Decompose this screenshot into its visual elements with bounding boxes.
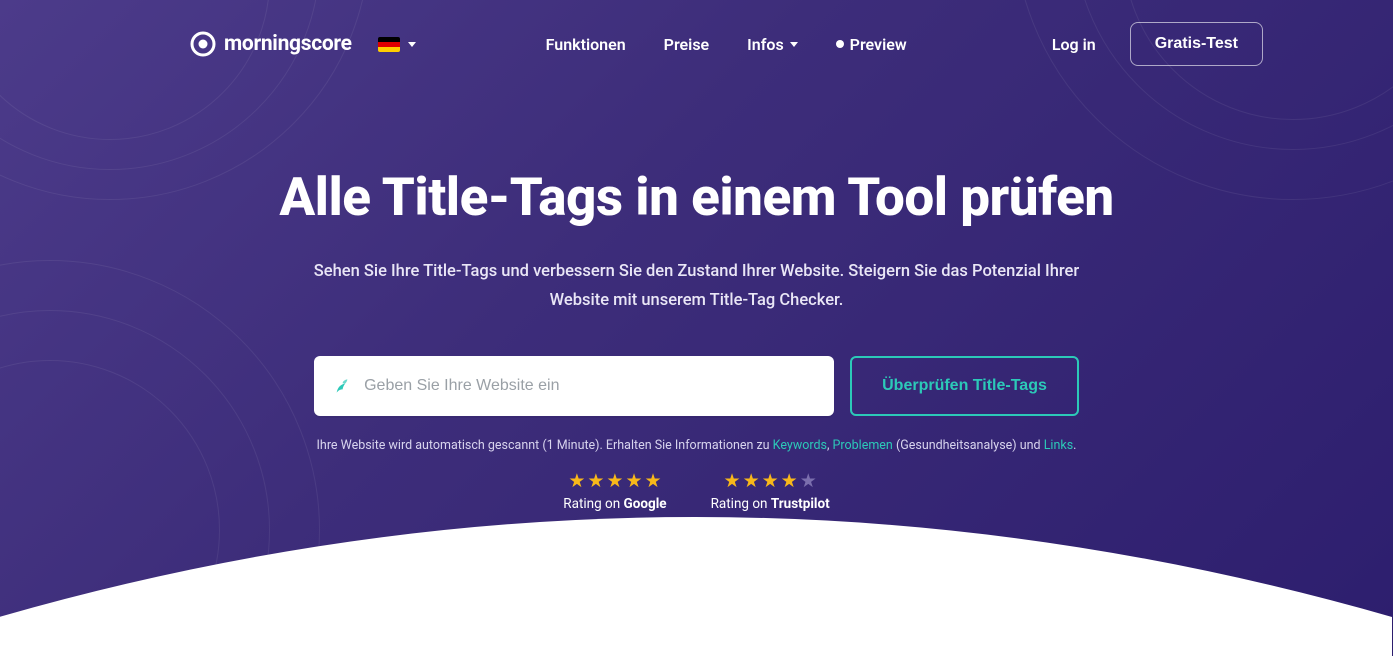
hint-text: (Gesundheitsanalyse) und — [893, 438, 1044, 453]
scan-hint: Ihre Website wird automatisch gescannt (… — [0, 438, 1393, 453]
nav-preview[interactable]: Preview — [836, 35, 907, 54]
top-nav: morningscore Funktionen Preise Infos Pre… — [0, 0, 1393, 70]
stars: ★★★★★ — [711, 471, 830, 490]
star-icon: ★ — [587, 471, 604, 490]
logo-text: morningscore — [224, 32, 352, 56]
star-icon: ★ — [800, 471, 817, 490]
nav-label: Infos — [747, 35, 784, 54]
star-icon: ★ — [606, 471, 623, 490]
page-subtitle: Sehen Sie Ihre Title-Tags und verbessern… — [307, 258, 1087, 316]
star-icon: ★ — [724, 471, 741, 490]
nav-infos[interactable]: Infos — [747, 35, 798, 54]
nav-funktionen[interactable]: Funktionen — [546, 35, 626, 54]
hint-text: . — [1073, 438, 1076, 453]
dot-icon — [836, 40, 844, 48]
nav-center: Funktionen Preise Infos Preview — [546, 35, 907, 54]
hero-section: morningscore Funktionen Preise Infos Pre… — [0, 0, 1393, 656]
rating-trustpilot: ★★★★★ Rating on Trustpilot — [711, 471, 830, 512]
rating-label: Rating on Trustpilot — [711, 496, 830, 512]
star-icon: ★ — [743, 471, 760, 490]
hero-content: Alle Title-Tags in einem Tool prüfen Seh… — [0, 70, 1393, 512]
trial-button[interactable]: Gratis-Test — [1130, 22, 1263, 66]
star-icon: ★ — [762, 471, 779, 490]
login-link[interactable]: Log in — [1052, 35, 1096, 54]
logo-icon — [190, 31, 216, 57]
nav-label: Preise — [664, 35, 709, 54]
star-icon: ★ — [781, 471, 798, 490]
chevron-down-icon — [408, 42, 416, 47]
nav-label: Preview — [850, 35, 907, 54]
hint-link-keywords[interactable]: Keywords — [773, 438, 827, 453]
star-icon: ★ — [645, 471, 662, 490]
language-selector[interactable] — [378, 37, 416, 52]
ratings-row: ★★★★★ Rating on Google ★★★★★ Rating on T… — [0, 471, 1393, 512]
logo[interactable]: morningscore — [190, 31, 352, 57]
check-button[interactable]: Überprüfen Title-Tags — [850, 356, 1079, 416]
rating-google: ★★★★★ Rating on Google — [563, 471, 666, 512]
chevron-down-icon — [790, 42, 798, 47]
page-title: Alle Title-Tags in einem Tool prüfen — [0, 166, 1393, 228]
star-icon: ★ — [625, 471, 642, 490]
website-input-wrapper[interactable] — [314, 356, 834, 416]
hint-link-problemen[interactable]: Problemen — [833, 438, 893, 453]
nav-label: Funktionen — [546, 35, 626, 54]
star-icon: ★ — [568, 471, 585, 490]
leaf-icon — [334, 378, 350, 394]
flag-de-icon — [378, 37, 400, 52]
nav-preise[interactable]: Preise — [664, 35, 709, 54]
website-input[interactable] — [364, 377, 814, 395]
check-form: Überprüfen Title-Tags — [0, 356, 1393, 416]
nav-right: Log in Gratis-Test — [1052, 22, 1263, 66]
rating-label: Rating on Google — [563, 496, 666, 512]
stars: ★★★★★ — [563, 471, 666, 490]
hint-link-links[interactable]: Links — [1044, 438, 1073, 453]
hint-text: Ihre Website wird automatisch gescannt (… — [317, 438, 773, 453]
